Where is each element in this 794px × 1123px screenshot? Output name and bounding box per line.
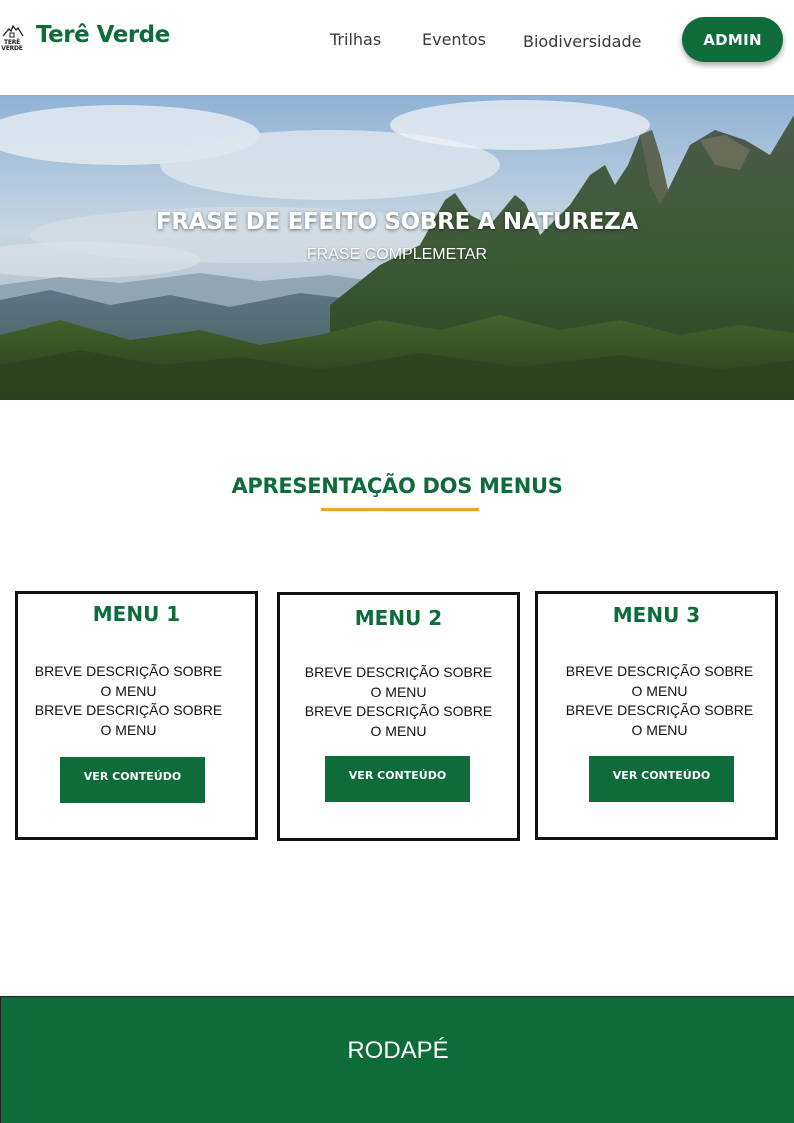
nav-trilhas[interactable]: Trilhas xyxy=(330,30,381,49)
hero-title: FRASE DE EFEITO SOBRE A NATUREZA xyxy=(155,209,639,235)
nav-eventos[interactable]: Eventos xyxy=(422,30,486,49)
card-title: MENU 3 xyxy=(612,603,701,627)
card-description: BREVE DESCRIÇÃO SOBRE O MENU BREVE DESCR… xyxy=(565,663,754,738)
card-description: BREVE DESCRIÇÃO SOBRE O MENU BREVE DESCR… xyxy=(34,663,223,738)
section-title: APRESENTAÇÃO DOS MENUS xyxy=(231,474,563,498)
ver-conteudo-button-2[interactable]: VER CONTEÚDO xyxy=(325,756,470,802)
footer: RODAPÉ xyxy=(0,996,794,1123)
logo-mini-text: TERÊ VERDE xyxy=(1,39,23,52)
hero-subtitle: FRASE COMPLEMETAR xyxy=(306,246,488,263)
nav-biodiversidade[interactable]: Biodiversidade xyxy=(523,32,641,51)
ver-conteudo-button-3[interactable]: VER CONTEÚDO xyxy=(589,756,734,802)
menu-card-2: MENU 2 BREVE DESCRIÇÃO SOBRE O MENU BREV… xyxy=(277,592,520,841)
menu-card-3: MENU 3 BREVE DESCRIÇÃO SOBRE O MENU BREV… xyxy=(535,591,778,840)
hero-banner: FRASE DE EFEITO SOBRE A NATUREZA FRASE C… xyxy=(0,95,794,400)
section-underline xyxy=(321,508,479,511)
logo-icon[interactable]: TERÊ VERDE xyxy=(0,24,26,54)
menu-card-1: MENU 1 BREVE DESCRIÇÃO SOBRE O MENU BREV… xyxy=(15,591,258,840)
card-description: BREVE DESCRIÇÃO SOBRE O MENU BREVE DESCR… xyxy=(304,664,493,739)
admin-button[interactable]: ADMIN xyxy=(682,17,783,62)
logo-text[interactable]: Terê Verde xyxy=(36,22,170,48)
footer-text: RODAPÉ xyxy=(347,1037,449,1064)
ver-conteudo-button-1[interactable]: VER CONTEÚDO xyxy=(60,757,205,803)
card-title: MENU 2 xyxy=(354,606,443,630)
card-title: MENU 1 xyxy=(92,602,181,626)
header: TERÊ VERDE Terê Verde Trilhas Eventos Bi… xyxy=(0,0,794,95)
